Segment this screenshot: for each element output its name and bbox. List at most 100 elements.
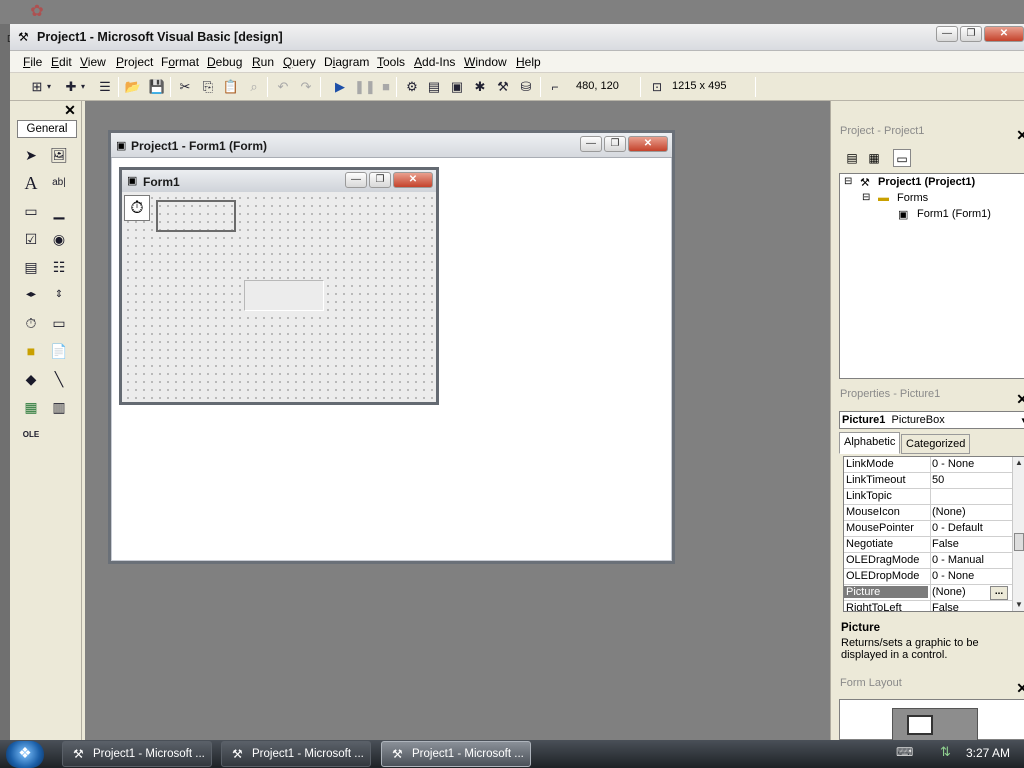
properties-window-icon[interactable]: ▤: [425, 78, 443, 96]
chevron-down-icon[interactable]: ▾: [78, 78, 88, 96]
break-icon[interactable]: ❚❚: [354, 78, 376, 96]
collapse-icon[interactable]: ⊟: [844, 176, 852, 187]
start-icon[interactable]: ▶: [331, 78, 349, 96]
toolbox-icon[interactable]: ⚒: [494, 78, 512, 96]
scroll-thumb[interactable]: [1014, 533, 1024, 551]
desktop-icon[interactable]: ✿: [26, 2, 48, 22]
menu-tools[interactable]: Tools: [377, 55, 405, 69]
image-tool-icon[interactable]: ▦: [20, 396, 42, 418]
optionbutton-tool-icon[interactable]: ◉: [48, 228, 70, 250]
object-selector-combo[interactable]: Picture1 PictureBox ▾: [839, 411, 1024, 429]
timer-tool-icon[interactable]: ⏱: [20, 312, 42, 334]
toggle-folders-icon[interactable]: ▭: [893, 149, 911, 167]
find-icon[interactable]: ⌕: [245, 78, 263, 96]
drivelistbox-tool-icon[interactable]: ▭: [48, 312, 70, 334]
end-icon[interactable]: ■: [377, 78, 395, 96]
form1-title-bar[interactable]: ▣ Form1 — ❐ ✕: [122, 170, 436, 192]
ole-tool-icon[interactable]: OLE: [20, 424, 42, 446]
close-button[interactable]: ✕: [984, 26, 1024, 42]
undo-icon[interactable]: ↶: [274, 78, 292, 96]
menu-query[interactable]: Query: [283, 55, 316, 69]
hscrollbar-tool-icon[interactable]: ◂▸: [20, 284, 42, 306]
menu-project[interactable]: Project: [116, 55, 153, 69]
property-row[interactable]: Negotiate False: [844, 537, 1012, 553]
network-icon[interactable]: ⇅: [940, 744, 951, 760]
menu-edit[interactable]: Edit: [51, 55, 72, 69]
scroll-down-icon[interactable]: ▼: [1015, 600, 1023, 609]
cut-icon[interactable]: ✂: [176, 78, 194, 96]
textbox-tool-icon[interactable]: ab|: [48, 172, 70, 194]
tab-categorized[interactable]: Categorized: [901, 434, 971, 454]
tree-project-root[interactable]: Project1 (Project1): [878, 176, 975, 188]
clock[interactable]: 3:27 AM: [966, 746, 1010, 760]
tree-form1[interactable]: Form1 (Form1): [917, 208, 991, 220]
data-view-icon[interactable]: ⛁: [517, 78, 535, 96]
chevron-down-icon[interactable]: ▾: [44, 78, 54, 96]
property-row[interactable]: MouseIcon (None): [844, 505, 1012, 521]
picturebox-control[interactable]: [244, 280, 324, 311]
properties-scrollbar[interactable]: ▲ ▼: [1012, 457, 1024, 611]
paste-icon[interactable]: 📋: [222, 78, 240, 96]
property-row[interactable]: LinkTimeout 50: [844, 473, 1012, 489]
menu-format[interactable]: Format: [161, 55, 199, 69]
commandbutton-tool-icon[interactable]: ▁: [48, 200, 70, 222]
line-tool-icon[interactable]: ╲: [48, 368, 70, 390]
menu-editor-icon[interactable]: ☰: [96, 78, 114, 96]
keyboard-icon[interactable]: ⌨: [896, 745, 913, 759]
toolbox-close-button[interactable]: ✕: [62, 103, 78, 117]
property-row[interactable]: LinkMode 0 - None: [844, 457, 1012, 473]
menu-run[interactable]: Run: [252, 55, 274, 69]
project-pane-close-icon[interactable]: ✕: [1016, 127, 1024, 144]
ellipsis-button[interactable]: ...: [990, 586, 1008, 600]
open-project-icon[interactable]: 📂: [124, 78, 142, 96]
tab-alphabetic[interactable]: Alphabetic: [839, 432, 901, 454]
project-explorer-icon[interactable]: ⚙: [403, 78, 421, 96]
minimize-button[interactable]: —: [936, 26, 958, 42]
toolbox-tab-general[interactable]: General: [17, 120, 77, 138]
picturebox-control-selected[interactable]: [156, 200, 236, 232]
designer-title-bar[interactable]: ▣ Project1 - Form1 (Form) — ❐ ✕: [111, 133, 672, 158]
object-browser-icon[interactable]: ✱: [471, 78, 489, 96]
property-row[interactable]: RightToLeft False: [844, 601, 1012, 611]
timer-control-icon[interactable]: ⏱: [124, 195, 150, 221]
properties-pane-close-icon[interactable]: ✕: [1016, 391, 1024, 408]
vb-app-icon[interactable]: ⚒: [18, 30, 34, 44]
view-object-icon[interactable]: ▦: [865, 149, 883, 167]
view-code-icon[interactable]: ▤: [843, 149, 861, 167]
form1-window[interactable]: ▣ Form1 — ❐ ✕ ⏱: [119, 167, 439, 405]
save-project-icon[interactable]: 💾: [148, 78, 166, 96]
taskbar-button-active[interactable]: ⚒ Project1 - Microsoft ...: [381, 741, 531, 767]
picturebox-tool-icon[interactable]: 🖼: [48, 144, 70, 166]
combobox-tool-icon[interactable]: ▤: [20, 256, 42, 278]
frame-tool-icon[interactable]: ▭: [20, 200, 42, 222]
form1-minimize-button[interactable]: —: [345, 172, 367, 188]
pointer-tool-icon[interactable]: ➤: [20, 144, 42, 166]
menu-view[interactable]: View: [80, 55, 106, 69]
designer-maximize-button[interactable]: ❐: [604, 136, 626, 152]
filelistbox-tool-icon[interactable]: 📄: [48, 340, 70, 362]
copy-icon[interactable]: ⎘: [199, 78, 217, 96]
start-button[interactable]: ❖: [6, 741, 44, 768]
form-layout-icon[interactable]: ▣: [448, 78, 466, 96]
listbox-tool-icon[interactable]: ☷: [48, 256, 70, 278]
scroll-up-icon[interactable]: ▲: [1015, 458, 1023, 467]
menu-window[interactable]: Window: [464, 55, 507, 69]
vscrollbar-tool-icon[interactable]: ⇕: [48, 284, 70, 306]
checkbox-tool-icon[interactable]: ☑: [20, 228, 42, 250]
form1-maximize-button[interactable]: ❐: [369, 172, 391, 188]
menu-add-ins[interactable]: Add-Ins: [414, 55, 455, 69]
tree-forms-folder[interactable]: Forms: [897, 192, 928, 204]
menu-diagram[interactable]: Diagram: [324, 55, 369, 69]
collapse-icon[interactable]: ⊟: [862, 192, 870, 203]
title-bar[interactable]: ⚒ Project1 - Microsoft Visual Basic [des…: [10, 24, 1024, 51]
form-position-preview[interactable]: [907, 715, 933, 735]
designer-close-button[interactable]: ✕: [628, 136, 668, 152]
property-row-selected[interactable]: Picture (None)...: [844, 585, 1012, 601]
maximize-button[interactable]: ❐: [960, 26, 982, 42]
form-layout-close-icon[interactable]: ✕: [1016, 680, 1024, 697]
taskbar-button[interactable]: ⚒ Project1 - Microsoft ...: [62, 741, 212, 767]
taskbar-button[interactable]: ⚒ Project1 - Microsoft ...: [221, 741, 371, 767]
menu-debug[interactable]: Debug: [207, 55, 242, 69]
dirlistbox-tool-icon[interactable]: ■: [20, 340, 42, 362]
shape-tool-icon[interactable]: ◆: [20, 368, 42, 390]
